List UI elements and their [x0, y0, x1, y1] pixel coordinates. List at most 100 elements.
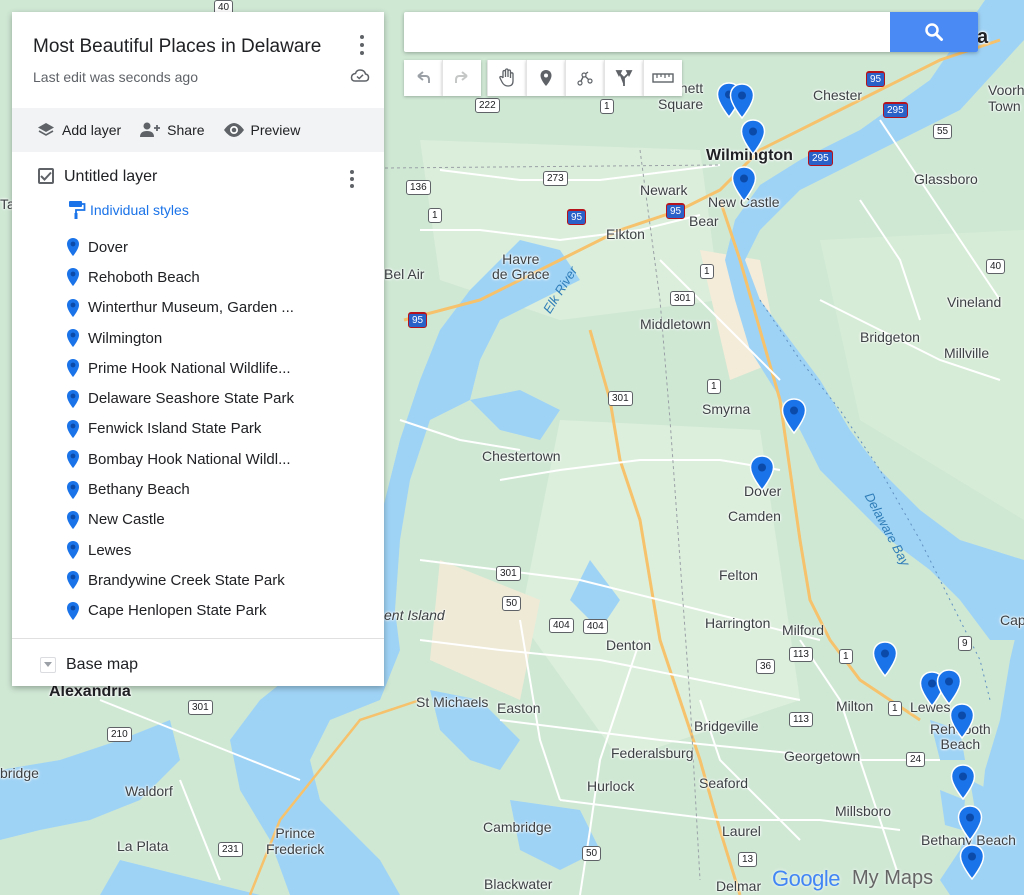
place-label: Prime Hook National Wildlife... [88, 359, 291, 377]
individual-styles-label: Individual styles [90, 202, 189, 218]
mymaps-logo: My Maps [852, 867, 934, 889]
place-item-prime-hook[interactable]: Prime Hook National Wildlife... [66, 353, 294, 383]
highway-shield: 95 [866, 71, 886, 87]
undo-button[interactable] [404, 60, 442, 96]
directions-button[interactable] [604, 60, 643, 96]
place-label: Wilmington [88, 329, 163, 347]
highway-shield: 95 [666, 203, 686, 219]
map-pin[interactable] [950, 764, 976, 800]
map-label-seaford: Seaford [699, 775, 749, 791]
highway-shield: 1 [428, 208, 442, 223]
map-label-camden: Camden [728, 508, 781, 524]
map-label-glassboro: Glassboro [914, 171, 978, 187]
search-button[interactable] [890, 12, 978, 52]
individual-styles-link[interactable]: Individual styles [68, 200, 189, 220]
map-label-smyrna: Smyrna [702, 401, 751, 417]
place-label: Lewes [88, 541, 132, 559]
map-pin[interactable] [729, 83, 755, 119]
highway-shield: 50 [502, 596, 522, 611]
map-label-federalsburg: Federalsburg [611, 745, 694, 761]
map-pin[interactable] [959, 844, 985, 880]
draw-line-icon [577, 71, 593, 86]
highway-shield: 1 [707, 379, 721, 394]
place-item-dover[interactable]: Dover [66, 232, 294, 262]
place-pin-icon [67, 389, 79, 408]
highway-shield: 404 [549, 618, 574, 633]
map-label-newark: Newark [640, 182, 688, 198]
add-marker-button[interactable] [526, 60, 565, 96]
highway-shield: 95 [408, 312, 428, 328]
map-label-denton: Denton [606, 637, 652, 653]
base-map-section[interactable]: Base map [12, 644, 384, 686]
map-pin[interactable] [936, 669, 962, 705]
eye-icon [223, 123, 244, 137]
places-list: Dover Rehoboth Beach Winterthur Museum, … [66, 232, 294, 626]
search-input[interactable] [414, 20, 878, 46]
map-label-bridgeton: Bridgeton [860, 329, 920, 345]
highway-shield: 9 [958, 636, 972, 651]
layer-visibility-checkbox[interactable] [38, 168, 54, 184]
map-label-hurlock: Hurlock [587, 778, 635, 794]
place-item-winterthur[interactable]: Winterthur Museum, Garden ... [66, 293, 294, 323]
map-label-la-plata: La Plata [117, 838, 169, 854]
map-options-button[interactable] [356, 33, 368, 57]
measure-button[interactable] [643, 60, 682, 96]
place-label: Brandywine Creek State Park [88, 571, 285, 589]
add-layer-button[interactable]: Add layer [36, 121, 121, 139]
place-pin-icon [67, 298, 79, 317]
map-label-chester: Chester [813, 87, 863, 103]
undo-icon [417, 71, 430, 83]
place-item-bombay-hook[interactable]: Bombay Hook National Wildl... [66, 444, 294, 474]
map-pin[interactable] [872, 641, 898, 677]
preview-button[interactable]: Preview [223, 122, 300, 138]
chevron-down-icon [44, 662, 52, 667]
highway-shield: 222 [475, 98, 500, 113]
place-item-bethany-beach[interactable]: Bethany Beach [66, 474, 294, 504]
place-item-fenwick-island[interactable]: Fenwick Island State Park [66, 414, 294, 444]
map-toolbar [404, 60, 682, 96]
map-pin[interactable] [731, 166, 757, 202]
map-title[interactable]: Most Beautiful Places in Delaware [33, 36, 321, 58]
draw-line-button[interactable] [565, 60, 604, 96]
highway-shield: 40 [986, 259, 1006, 274]
place-pin-icon [67, 510, 79, 529]
highway-shield: 273 [543, 171, 568, 186]
map-pin[interactable] [781, 398, 807, 434]
map-label-elkton: Elkton [606, 226, 645, 242]
map-pin[interactable] [740, 119, 766, 155]
highway-shield: 1 [700, 264, 714, 279]
map-pin[interactable] [949, 703, 975, 739]
pan-hand-button[interactable] [487, 60, 526, 96]
place-item-delaware-seashore[interactable]: Delaware Seashore State Park [66, 383, 294, 413]
place-item-brandywine-creek[interactable]: Brandywine Creek State Park [66, 565, 294, 595]
place-item-lewes[interactable]: Lewes [66, 535, 294, 565]
place-pin-icon [67, 419, 79, 438]
map-pin[interactable] [957, 805, 983, 841]
panel-action-bar: Add layer Share Preview [12, 108, 384, 152]
place-label: Bombay Hook National Wildl... [88, 450, 291, 468]
ruler-icon [652, 73, 674, 83]
map-label-bear: Bear [689, 213, 719, 229]
highway-shield: 55 [933, 124, 953, 139]
share-button[interactable]: Share [139, 121, 205, 139]
map-label-georgetown: Georgetown [784, 748, 861, 764]
map-label-kent-island: ent Island [384, 607, 445, 623]
layer-options-button[interactable] [346, 168, 358, 190]
add-person-icon [140, 122, 161, 137]
place-item-wilmington[interactable]: Wilmington [66, 323, 294, 353]
highway-shield: 50 [582, 846, 602, 861]
map-pin[interactable] [749, 455, 775, 491]
redo-button[interactable] [442, 60, 481, 96]
map-label-easton: Easton [497, 700, 541, 716]
layer-name[interactable]: Untitled layer [64, 168, 157, 186]
place-label: Cape Henlopen State Park [88, 602, 267, 620]
place-pin-icon [67, 571, 79, 590]
paint-roller-icon [69, 201, 86, 219]
checkmark-icon [40, 171, 52, 181]
place-item-rehoboth-beach[interactable]: Rehoboth Beach [66, 262, 294, 292]
map-label-bridgeville: Bridgeville [694, 718, 759, 734]
place-item-new-castle[interactable]: New Castle [66, 505, 294, 535]
place-item-cape-henlopen[interactable]: Cape Henlopen State Park [66, 596, 294, 626]
place-label: Delaware Seashore State Park [88, 390, 294, 408]
map-label-cambridge: Cambridge [483, 819, 552, 835]
